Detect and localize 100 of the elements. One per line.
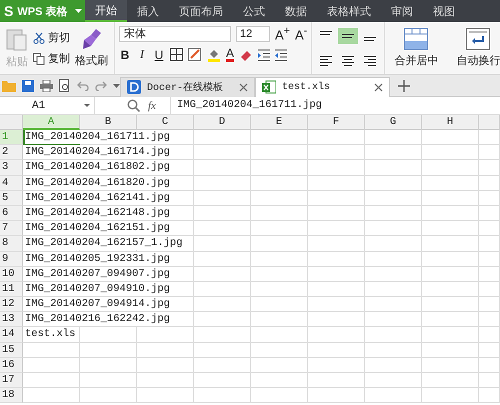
table-cell: [479, 373, 500, 388]
table-cell: [422, 327, 479, 343]
column-header[interactable]: D: [194, 115, 251, 130]
row-header[interactable]: 18: [0, 388, 23, 404]
table-cell: [251, 130, 308, 146]
indent-icon[interactable]: [258, 48, 270, 61]
font-color-button[interactable]: A: [226, 48, 234, 62]
table-cell: [479, 252, 500, 267]
close-icon[interactable]: [239, 82, 248, 92]
table-cell: [365, 327, 422, 343]
row-header[interactable]: 5: [0, 190, 23, 206]
caret-icon[interactable]: [113, 84, 120, 88]
print-preview-icon[interactable]: [59, 79, 71, 92]
table-cell: [137, 388, 194, 404]
table-cell: [194, 342, 251, 358]
table-cell: [479, 206, 500, 222]
table-cell: [479, 327, 500, 343]
fill-color-icon[interactable]: [207, 48, 221, 62]
column-header[interactable]: G: [365, 115, 422, 130]
clipboard-button[interactable]: 复制: [33, 51, 70, 66]
font-size-button[interactable]: A$^{+}$: [275, 25, 290, 42]
document-tab[interactable]: test.xls: [255, 76, 390, 96]
table-cell: [194, 282, 251, 298]
ribbon-tab[interactable]: 公式: [233, 0, 275, 22]
search-icon[interactable]: [127, 99, 140, 112]
table-cell: [251, 282, 308, 298]
table-cell: [365, 236, 422, 252]
align-icon: [363, 56, 378, 66]
column-header[interactable]: B: [80, 115, 137, 130]
font-size-field[interactable]: 12: [236, 26, 270, 42]
table-cell: [422, 358, 479, 373]
merge-cells-icon: [404, 28, 428, 50]
align-button[interactable]: [338, 28, 358, 44]
cell-style-icon[interactable]: [188, 48, 202, 62]
row-header[interactable]: 13: [0, 312, 23, 328]
row-header[interactable]: 10: [0, 266, 23, 282]
borders-icon[interactable]: [170, 48, 183, 62]
row-header[interactable]: 7: [0, 221, 23, 236]
row-header[interactable]: 15: [0, 342, 23, 358]
ribbon-tab[interactable]: 插入: [127, 0, 169, 22]
font-size-button[interactable]: A$^{-}$: [295, 25, 308, 42]
save-icon[interactable]: [22, 80, 34, 92]
table-cell: [365, 145, 422, 160]
table-cell: [365, 358, 422, 373]
text-style-button[interactable]: I: [136, 47, 148, 62]
row-header[interactable]: 12: [0, 297, 23, 312]
column-header[interactable]: H: [422, 115, 479, 130]
clipboard-icon: [6, 27, 28, 51]
indent-icon[interactable]: [275, 48, 288, 61]
document-tab[interactable]: Docer-在线模板: [120, 76, 255, 96]
ribbon-tab[interactable]: 开始: [85, 0, 127, 22]
row-header[interactable]: 2: [0, 145, 23, 160]
table-cell: [137, 358, 194, 373]
table-cell: [479, 312, 500, 328]
row-header[interactable]: 11: [0, 282, 23, 298]
row-header[interactable]: 14: [0, 327, 23, 343]
row-header[interactable]: 6: [0, 206, 23, 222]
table-cell: [194, 252, 251, 267]
ribbon-tab[interactable]: 数据: [275, 0, 317, 22]
table-cell: [251, 145, 308, 160]
close-icon[interactable]: [374, 82, 383, 92]
ribbon-tab[interactable]: 审阅: [381, 0, 423, 22]
row-header[interactable]: 17: [0, 373, 23, 388]
row-header[interactable]: 3: [0, 160, 23, 176]
row-header[interactable]: 4: [0, 176, 23, 191]
font-name-field[interactable]: 宋体: [119, 26, 231, 42]
wrap-text-button[interactable]: 自动换行: [451, 28, 500, 68]
docer-icon: [127, 80, 141, 94]
ribbon-tab[interactable]: 视图: [423, 0, 465, 22]
row-header[interactable]: 16: [0, 358, 23, 373]
eraser-icon[interactable]: [239, 48, 254, 61]
function-button[interactable]: fx: [148, 100, 170, 112]
format-painter-button[interactable]: 格式刷: [73, 28, 110, 68]
table-cell: [194, 358, 251, 373]
table-cell: [308, 190, 365, 206]
table-cell: [251, 373, 308, 388]
row-header[interactable]: 9: [0, 252, 23, 267]
cell-text: IMG_20140204_162148.jpg: [25, 206, 170, 220]
name-box[interactable]: A1: [0, 97, 95, 114]
text-style-button[interactable]: B: [119, 48, 131, 62]
ribbon-tab[interactable]: 表格样式: [317, 0, 381, 22]
table-cell: [422, 160, 479, 176]
text-style-button[interactable]: U: [153, 48, 165, 62]
align-icon: [363, 36, 378, 40]
clipboard-button[interactable]: 剪切: [33, 30, 70, 45]
table-cell: [194, 373, 251, 388]
merge-center-button[interactable]: 合并居中: [389, 28, 444, 68]
row-header[interactable]: 8: [0, 236, 23, 252]
table-cell: [308, 160, 365, 176]
new-tab-icon[interactable]: [398, 80, 410, 92]
column-header[interactable]: E: [251, 115, 308, 130]
ribbon-tab[interactable]: 页面布局: [169, 0, 233, 22]
print-icon[interactable]: [40, 80, 53, 92]
formula-field[interactable]: IMG_20140204_161711.jpg: [170, 97, 500, 114]
table-cell: [308, 206, 365, 222]
table-cell: [422, 282, 479, 298]
app-menu-button[interactable]: S WPS 表格: [0, 0, 85, 22]
column-header[interactable]: F: [308, 115, 365, 130]
table-cell: [422, 236, 479, 252]
column-header[interactable]: C: [137, 115, 194, 130]
